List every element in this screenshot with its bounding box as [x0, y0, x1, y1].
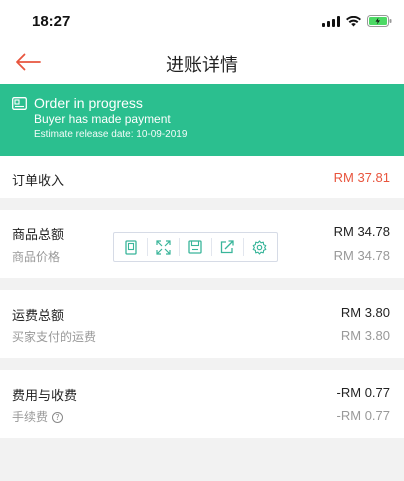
order-icon	[12, 96, 28, 110]
expand-button[interactable]	[152, 236, 174, 258]
settings-button[interactable]	[249, 236, 271, 258]
status-bar: 18:27	[0, 0, 404, 40]
settings-icon	[252, 239, 267, 255]
status-time: 18:27	[32, 13, 71, 30]
battery-icon	[367, 15, 392, 27]
expand-icon	[156, 239, 171, 255]
order-income-row: 订单收入 RM 37.81	[0, 156, 404, 198]
share-button[interactable]	[217, 236, 239, 258]
shipping-total-label: 运费总额	[12, 309, 65, 324]
fees-label: 费用与收费	[12, 389, 78, 404]
copy-icon	[125, 239, 137, 255]
shipping-total-section: 运费总额 买家支付的运费 RM 3.80 RM 3.80	[0, 290, 404, 358]
fees-value: -RM 0.77	[336, 385, 390, 400]
help-icon[interactable]: ?	[52, 412, 64, 423]
handling-fee-label: 手续费	[12, 410, 49, 424]
handling-fee-value: -RM 0.77	[336, 408, 390, 423]
order-income-value: RM 37.81	[333, 170, 390, 185]
save-icon	[188, 240, 203, 254]
floating-toolbar	[113, 232, 278, 262]
goods-price-value: RM 34.78	[333, 248, 390, 263]
release-date: Estimate release date: 10-09-2019	[34, 129, 188, 140]
banner-title: Order in progress	[34, 95, 143, 111]
save-button[interactable]	[184, 236, 206, 258]
share-icon	[220, 240, 234, 254]
buyer-shipping-value: RM 3.80	[340, 328, 390, 343]
page-title: 进账详情	[166, 55, 238, 76]
shipping-total-value: RM 3.80	[340, 305, 390, 320]
wifi-icon	[346, 15, 361, 27]
fees-section: 费用与收费 手续费? -RM 0.77 -RM 0.77	[0, 370, 404, 438]
status-icons	[322, 14, 392, 28]
buyer-shipping-label: 买家支付的运费	[12, 330, 97, 344]
goods-price-label: 商品价格	[12, 250, 61, 264]
copy-button[interactable]	[120, 236, 142, 258]
order-status-banner: Order in progress Buyer has made payment…	[0, 84, 404, 156]
signal-icon	[322, 15, 340, 27]
banner-subtitle: Buyer has made payment	[34, 112, 171, 126]
goods-total-label: 商品总额	[12, 228, 65, 243]
goods-total-value: RM 34.78	[333, 224, 390, 239]
nav-bar: 进账详情	[0, 40, 404, 84]
handling-fee-label-row: 手续费?	[12, 408, 64, 425]
order-income-label: 订单收入	[12, 174, 65, 189]
